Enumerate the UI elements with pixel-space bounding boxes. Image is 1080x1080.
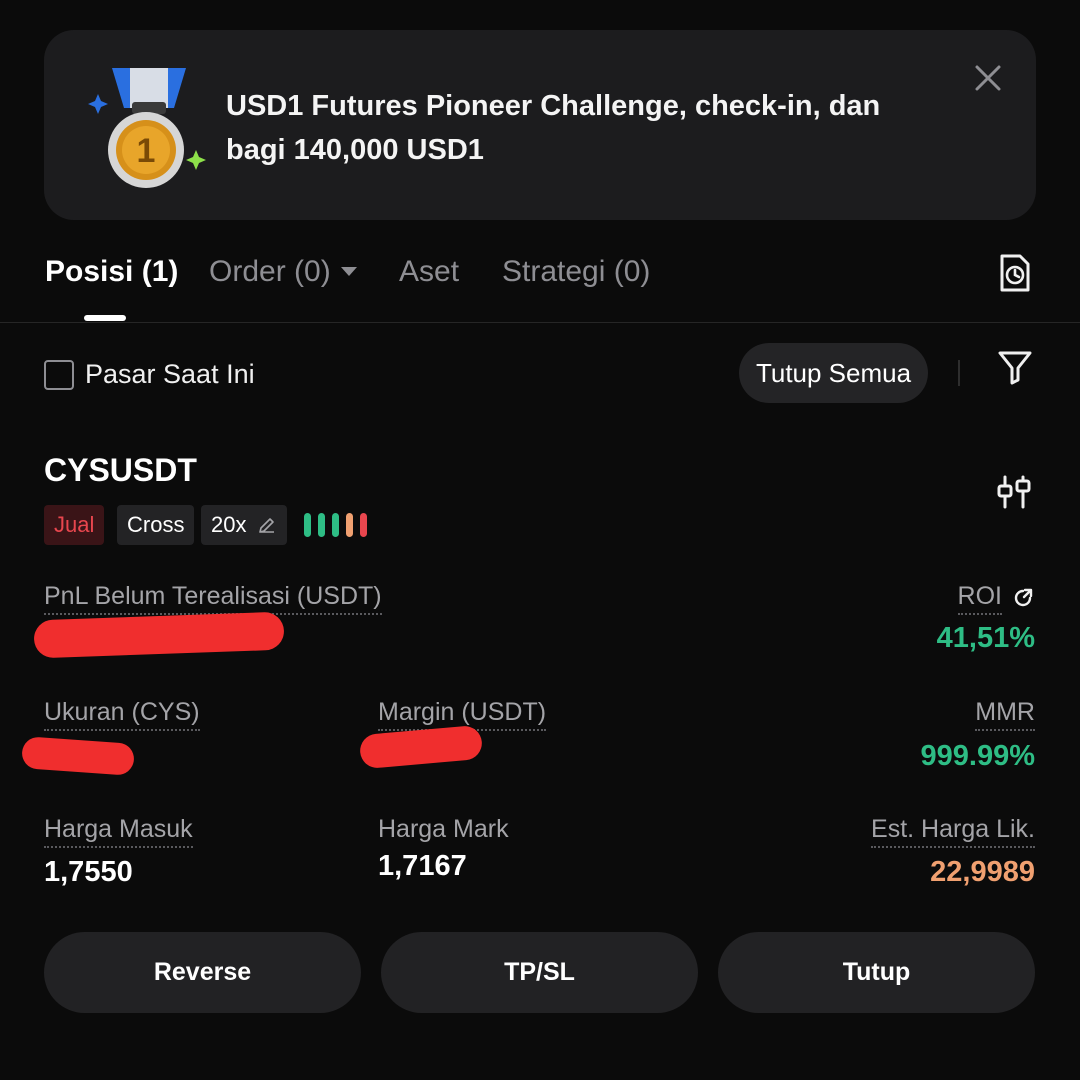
toolbar-divider: [958, 360, 960, 386]
liquidation-price-value: 22,9989: [930, 856, 1035, 888]
mmr-value: 999.99%: [920, 740, 1036, 772]
tpsl-button[interactable]: TP/SL: [381, 932, 698, 1013]
tab-strategies[interactable]: Strategi (0): [502, 252, 650, 292]
tab-orders-label: Order (0): [209, 255, 331, 288]
redaction-mark: [358, 724, 484, 770]
roi-header[interactable]: ROI: [957, 580, 1034, 615]
share-icon[interactable]: [1012, 587, 1034, 609]
close-position-button[interactable]: Tutup: [718, 932, 1035, 1013]
pnl-label[interactable]: PnL Belum Terealisasi (USDT): [44, 580, 382, 615]
redaction-mark: [33, 611, 285, 659]
roi-value: 41,51%: [936, 622, 1035, 654]
chevron-down-icon: [340, 266, 357, 276]
current-market-label[interactable]: Pasar Saat Ini: [85, 356, 255, 392]
tab-orders[interactable]: Order (0): [209, 252, 357, 292]
entry-price-label[interactable]: Harga Masuk: [44, 813, 193, 848]
tabs-divider: [0, 322, 1080, 323]
active-tab-indicator: [84, 315, 126, 321]
mark-price-value: 1,7167: [378, 850, 467, 882]
mark-price-label: Harga Mark: [378, 815, 509, 843]
position-settings-icon[interactable]: [996, 474, 1032, 510]
side-badge: Jual: [44, 505, 105, 545]
liquidation-price-label[interactable]: Est. Harga Lik.: [871, 813, 1035, 848]
entry-price-value: 1,7550: [44, 856, 133, 888]
leverage-badge[interactable]: 20x: [201, 505, 287, 545]
promo-banner-text[interactable]: USD1 Futures Pioneer Challenge, check-in…: [226, 84, 946, 172]
first-place-medal-icon: 1: [88, 68, 206, 188]
adl-bar: [304, 513, 311, 537]
adl-bar: [332, 513, 339, 537]
filter-icon[interactable]: [996, 348, 1034, 386]
margin-mode-badge[interactable]: Cross: [117, 505, 195, 545]
close-icon[interactable]: [968, 58, 1008, 98]
current-market-checkbox[interactable]: [44, 360, 74, 390]
reverse-button[interactable]: Reverse: [44, 932, 361, 1013]
size-label[interactable]: Ukuran (CYS): [44, 696, 200, 731]
redaction-mark: [21, 736, 135, 776]
mmr-label[interactable]: MMR: [975, 696, 1035, 731]
position-symbol[interactable]: CYSUSDT: [44, 450, 197, 490]
roi-label: ROI: [957, 580, 1002, 615]
svg-text:1: 1: [137, 132, 156, 170]
adl-bar: [360, 513, 367, 537]
order-history-icon[interactable]: [994, 252, 1036, 294]
tab-assets[interactable]: Aset: [399, 252, 459, 292]
edit-icon: [258, 518, 274, 533]
close-all-button[interactable]: Tutup Semua: [739, 343, 928, 403]
leverage-value: 20x: [211, 512, 247, 537]
adl-bar: [318, 513, 325, 537]
adl-bar: [346, 513, 353, 537]
tab-positions[interactable]: Posisi (1): [45, 252, 178, 292]
adl-indicator: [304, 513, 367, 537]
